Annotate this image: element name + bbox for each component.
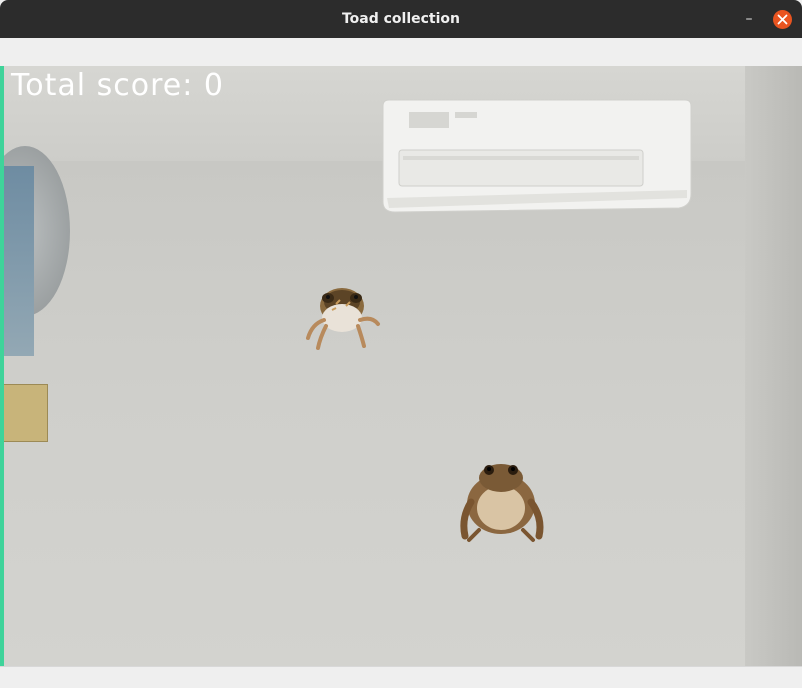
air-conditioner bbox=[382, 99, 692, 213]
background-panel bbox=[4, 166, 34, 356]
game-canvas[interactable]: Total score: 0 bbox=[0, 66, 802, 666]
toad-icon[interactable] bbox=[302, 276, 382, 356]
score-label: Total score: 0 bbox=[11, 68, 224, 103]
toolbar-strip bbox=[0, 38, 802, 66]
title-bar: Toad collection – bbox=[0, 0, 802, 38]
window-title: Toad collection bbox=[341, 11, 461, 27]
minimize-button[interactable]: – bbox=[740, 10, 758, 28]
left-edge-strip bbox=[0, 66, 4, 666]
close-button[interactable] bbox=[773, 10, 792, 29]
wall-corner bbox=[745, 66, 802, 666]
status-strip bbox=[0, 666, 802, 688]
background-box bbox=[2, 384, 48, 442]
toad-icon[interactable] bbox=[455, 452, 547, 544]
close-icon bbox=[777, 14, 788, 25]
